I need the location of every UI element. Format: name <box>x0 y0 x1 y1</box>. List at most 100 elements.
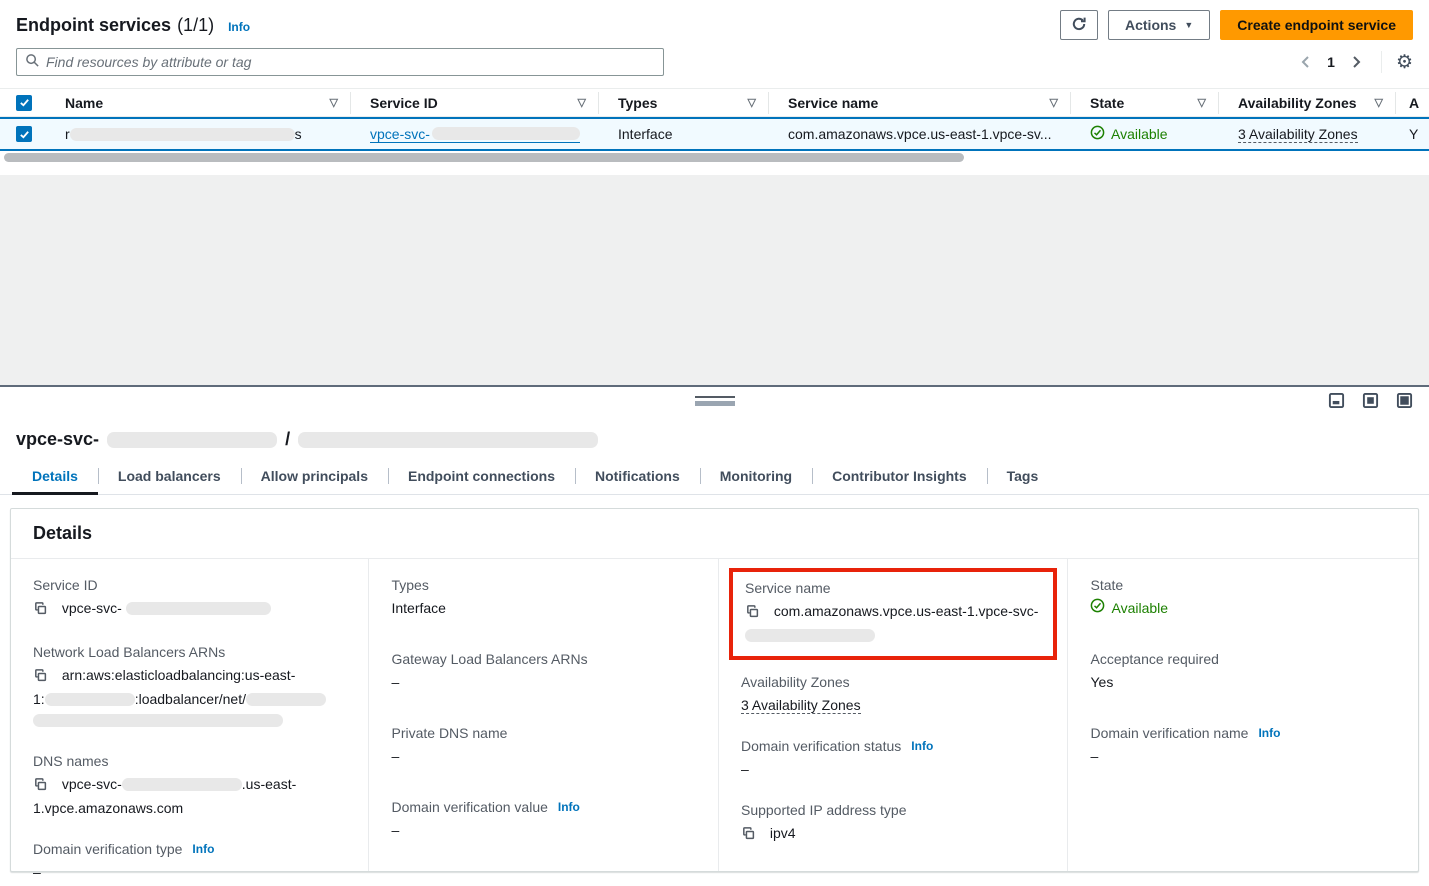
column-header-partial[interactable]: A <box>1395 89 1429 116</box>
status-badge: Available <box>1111 598 1168 619</box>
info-link[interactable]: Info <box>911 739 933 753</box>
column-header-availability-zones[interactable]: Availability Zones ▽ <box>1218 89 1395 116</box>
panel-tabs: Details Load balancers Allow principals … <box>0 460 1429 495</box>
field-glb-arns: Gateway Load Balancers ARNs – <box>391 651 694 693</box>
row-availability-zones-cell: 3 Availability Zones <box>1218 119 1395 149</box>
page-title: Endpoint services <box>16 15 171 36</box>
column-header-types[interactable]: Types ▽ <box>598 89 768 116</box>
info-link[interactable]: Info <box>1258 726 1280 740</box>
field-service-id: Service ID vpce-svc- <box>33 577 344 622</box>
redacted-service-id <box>432 127 580 140</box>
create-button-label: Create endpoint service <box>1237 17 1396 33</box>
panel-small-icon[interactable] <box>1328 392 1345 412</box>
redacted-title-name <box>298 432 598 448</box>
field-domain-verification-type: Domain verification type Info – <box>33 841 344 883</box>
copy-icon[interactable] <box>33 779 52 795</box>
filter-icon[interactable]: ▽ <box>330 96 338 109</box>
gear-icon[interactable]: ⚙ <box>1396 53 1413 72</box>
copy-icon[interactable] <box>745 606 764 622</box>
status-available-icon <box>1090 598 1105 619</box>
filter-icon[interactable]: ▽ <box>1050 96 1058 109</box>
field-supported-ip: Supported IP address type ipv4 <box>741 802 1044 847</box>
filter-icon[interactable]: ▽ <box>748 96 756 109</box>
column-header-state[interactable]: State ▽ <box>1070 89 1218 116</box>
redacted-title-id <box>107 432 277 448</box>
filter-icon[interactable]: ▽ <box>578 96 586 109</box>
field-availability-zones: Availability Zones 3 Availability Zones <box>741 674 1044 716</box>
tab-endpoint-connections[interactable]: Endpoint connections <box>388 460 575 494</box>
table-header-row: Name ▽ Service ID ▽ Types ▽ Service name… <box>0 89 1429 117</box>
row-state-cell: Available <box>1070 119 1218 149</box>
create-endpoint-service-button[interactable]: Create endpoint service <box>1220 10 1413 40</box>
tab-contributor-insights[interactable]: Contributor Insights <box>812 460 987 494</box>
table-row[interactable]: r s vpce-svc- Interface com.amazonaws.vp… <box>0 117 1429 151</box>
copy-icon[interactable] <box>741 828 760 844</box>
chevron-right-icon[interactable] <box>1345 51 1367 73</box>
row-checkbox[interactable] <box>16 126 32 142</box>
detail-panel: vpce-svc- / Details Load balancers Allow… <box>0 415 1429 872</box>
redacted-value <box>45 693 135 706</box>
field-private-dns-name: Private DNS name – <box>391 725 694 767</box>
search-box[interactable] <box>16 48 664 76</box>
redacted-value <box>246 693 326 706</box>
redacted-value <box>126 602 271 615</box>
drag-handle-icon[interactable] <box>695 396 735 406</box>
scrollbar-thumb[interactable] <box>4 153 964 162</box>
search-icon <box>25 53 40 71</box>
chevron-left-icon[interactable] <box>1295 51 1317 73</box>
row-types-cell: Interface <box>598 119 768 149</box>
annotation-highlight-box: Service name com.amazonaws.vpce.us-east-… <box>729 568 1058 660</box>
field-types: Types Interface <box>391 577 694 619</box>
status-badge: Available <box>1111 126 1168 142</box>
redacted-value <box>122 778 242 791</box>
field-acceptance-required: Acceptance required Yes <box>1090 651 1394 693</box>
row-service-id-cell: vpce-svc- <box>350 119 598 149</box>
title-info-link[interactable]: Info <box>228 20 250 34</box>
search-input[interactable] <box>46 54 655 70</box>
column-header-service-name[interactable]: Service name ▽ <box>768 89 1070 116</box>
tab-notifications[interactable]: Notifications <box>575 460 700 494</box>
tab-tags[interactable]: Tags <box>987 460 1059 494</box>
split-panel-handle-bar <box>0 385 1429 415</box>
field-state: State Available <box>1090 577 1394 619</box>
row-partial-cell: Y <box>1395 119 1429 149</box>
info-link[interactable]: Info <box>192 842 214 856</box>
availability-zones-link[interactable]: 3 Availability Zones <box>741 697 861 714</box>
filter-icon[interactable]: ▽ <box>1375 96 1383 109</box>
panel-large-icon[interactable] <box>1396 392 1413 412</box>
tab-details[interactable]: Details <box>12 460 98 494</box>
endpoint-services-list-section: Endpoint services (1/1) Info Actions ▼ C… <box>0 0 1429 385</box>
filter-icon[interactable]: ▽ <box>1198 96 1206 109</box>
actions-button[interactable]: Actions ▼ <box>1108 10 1210 40</box>
field-service-name: Service name com.amazonaws.vpce.us-east-… <box>745 580 1044 646</box>
redacted-name <box>70 128 295 141</box>
page-number[interactable]: 1 <box>1327 54 1335 70</box>
caret-down-icon: ▼ <box>1184 20 1193 30</box>
field-dns-names: DNS names vpce-svc-.us-east- 1.vpce.amaz… <box>33 753 344 819</box>
field-nlb-arns: Network Load Balancers ARNs arn:aws:elas… <box>33 644 344 731</box>
row-service-name-cell: com.amazonaws.vpce.us-east-1.vpce-sv... <box>768 119 1070 149</box>
empty-content-area <box>0 163 1429 385</box>
details-card: Details Service ID vpce-svc- Network Loa… <box>10 508 1419 872</box>
tab-load-balancers[interactable]: Load balancers <box>98 460 241 494</box>
field-domain-verification-status: Domain verification status Info – <box>741 738 1044 780</box>
refresh-button[interactable] <box>1060 10 1098 40</box>
copy-icon[interactable] <box>33 603 52 619</box>
service-id-link[interactable]: vpce-svc- <box>370 126 430 142</box>
copy-icon[interactable] <box>33 670 52 686</box>
tab-monitoring[interactable]: Monitoring <box>700 460 812 494</box>
field-domain-verification-value: Domain verification value Info – <box>391 799 694 841</box>
divider <box>1381 51 1382 73</box>
redacted-value <box>745 629 875 642</box>
horizontal-scrollbar[interactable] <box>0 151 1429 163</box>
actions-button-label: Actions <box>1125 17 1176 33</box>
panel-medium-icon[interactable] <box>1362 392 1379 412</box>
availability-zones-link[interactable]: 3 Availability Zones <box>1238 126 1358 143</box>
tab-allow-principals[interactable]: Allow principals <box>241 460 388 494</box>
column-header-name[interactable]: Name ▽ <box>45 89 350 116</box>
row-name-cell: r s <box>45 119 350 149</box>
select-all-checkbox[interactable] <box>16 95 32 111</box>
refresh-icon <box>1071 16 1087 35</box>
column-header-service-id[interactable]: Service ID ▽ <box>350 89 598 116</box>
info-link[interactable]: Info <box>558 800 580 814</box>
